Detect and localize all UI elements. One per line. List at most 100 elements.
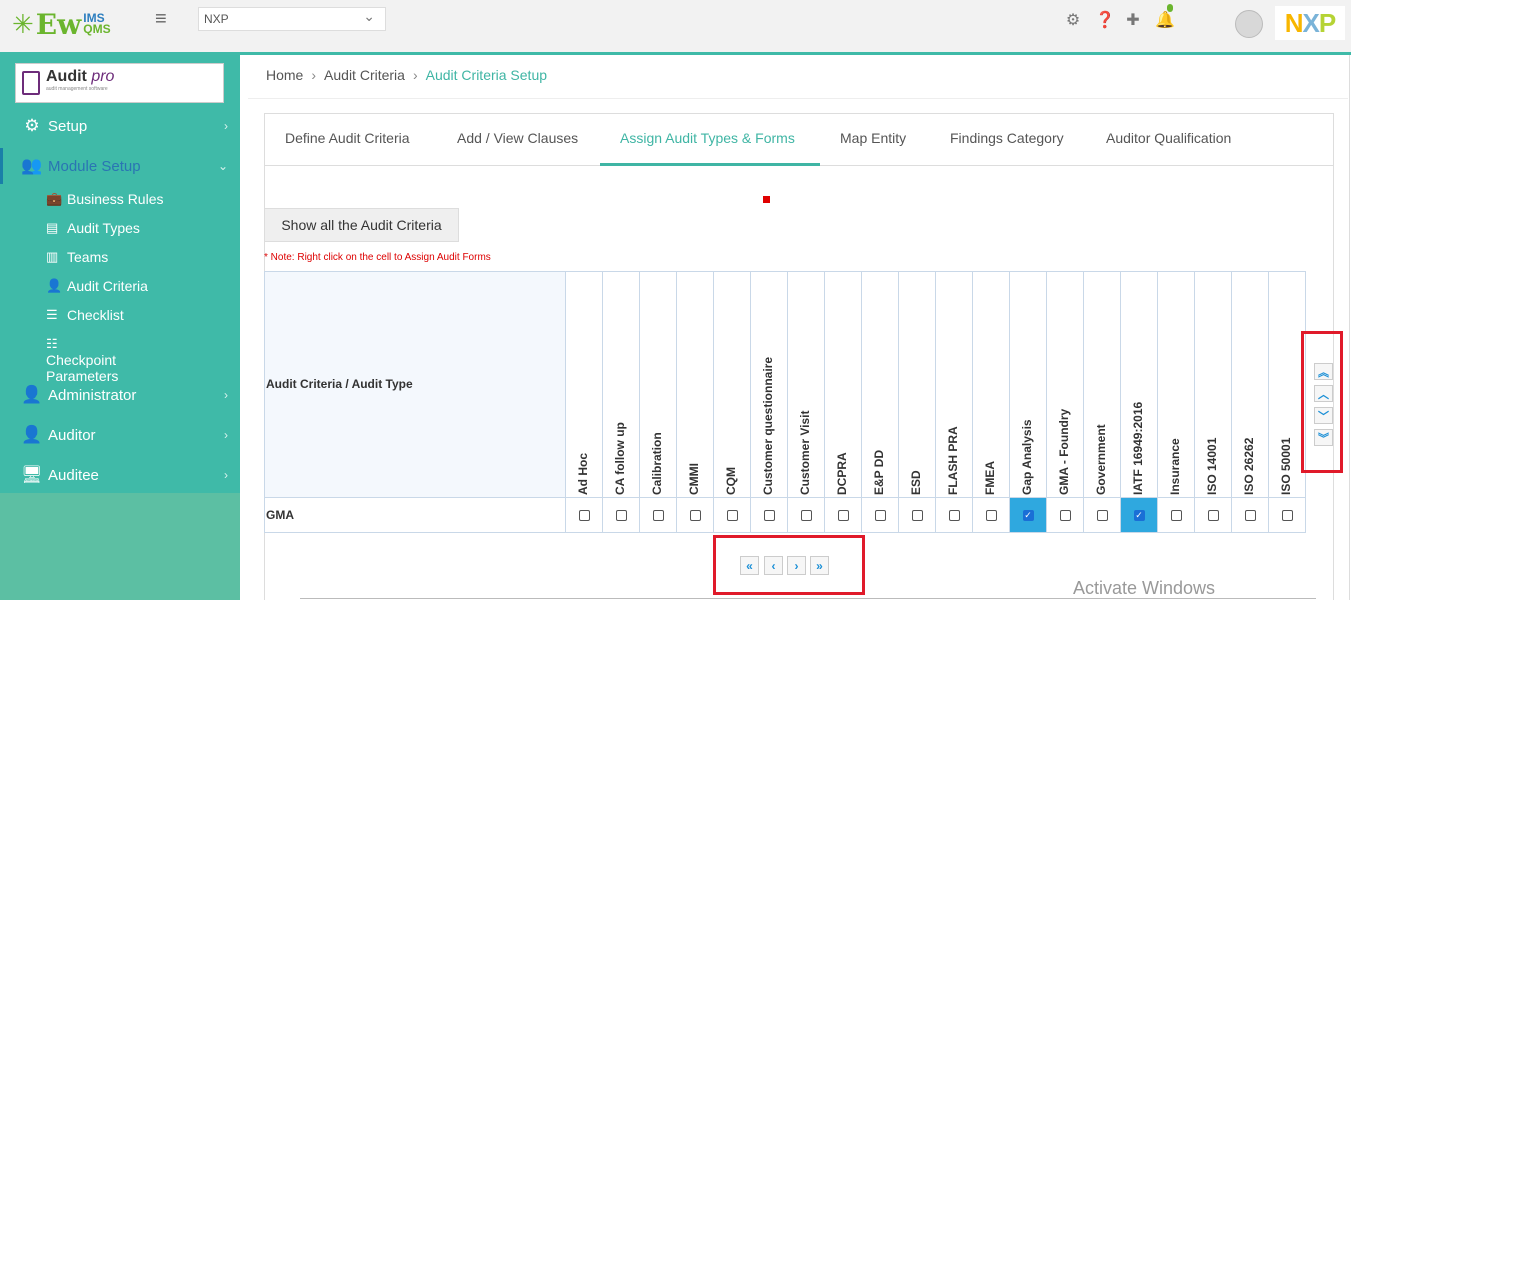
checkbox[interactable] (1281, 509, 1293, 521)
scroll-up-icon[interactable]: ︿ (1314, 385, 1333, 402)
bell-icon[interactable]: 🔔 (1155, 4, 1175, 30)
chevron-right-icon: › (224, 119, 228, 133)
grid-cell[interactable]: ✓ (1009, 497, 1047, 533)
scroll-left-icon[interactable]: ‹ (764, 556, 783, 575)
sidebar-item-administrator[interactable]: 👤 Administrator › (0, 377, 240, 413)
grid-cell[interactable] (861, 497, 899, 533)
tab-add-view-clauses[interactable]: Add / View Clauses (457, 130, 578, 146)
scroll-last-icon[interactable]: » (810, 556, 829, 575)
hamburger-menu-icon[interactable]: ≡ (155, 8, 167, 31)
grid-cell[interactable] (1157, 497, 1195, 533)
checkbox[interactable] (689, 509, 701, 521)
scroll-right-icon[interactable]: › (787, 556, 806, 575)
sidebar-item-auditor[interactable]: 👤 Auditor › (0, 417, 240, 453)
checkbox[interactable] (1059, 509, 1071, 521)
chevron-down-icon: ⌄ (217, 159, 228, 173)
checkbox[interactable] (911, 509, 923, 521)
checkbox[interactable] (1244, 509, 1256, 521)
sidebar-item-module-setup[interactable]: 👥 Module Setup ⌄ (0, 148, 240, 184)
checkbox[interactable] (1170, 509, 1182, 521)
scroll-bottom-icon[interactable]: ︾ (1314, 429, 1333, 446)
sidebar-subitem-checklist[interactable]: ☰ Checklist (46, 307, 124, 323)
sidebar-item-setup[interactable]: ⚙ Setup › (0, 108, 240, 144)
grid-cell[interactable] (824, 497, 862, 533)
breadcrumb-audit-criteria[interactable]: Audit Criteria (324, 67, 405, 83)
scroll-top-icon[interactable]: ︽ (1314, 363, 1333, 380)
sidebar-item-label: Auditee (48, 466, 99, 484)
tab-auditor-qualification[interactable]: Auditor Qualification (1106, 130, 1231, 146)
checkbox-checked[interactable]: ✓ (1022, 509, 1034, 521)
grid-cell[interactable] (713, 497, 751, 533)
loading-indicator (763, 196, 770, 203)
user-avatar[interactable] (1235, 10, 1263, 38)
breadcrumb: Home › Audit Criteria › Audit Criteria S… (266, 67, 547, 83)
checkbox[interactable] (948, 509, 960, 521)
breadcrumb-separator-icon: › (412, 67, 418, 83)
sidebar-item-label: Administrator (48, 386, 137, 404)
checkbox[interactable] (726, 509, 738, 521)
help-icon[interactable]: ❓ (1095, 10, 1115, 30)
activate-windows-watermark: Activate Windows (1073, 578, 1216, 598)
grid-column-header: ISO 14001 (1194, 271, 1232, 498)
grid-cell[interactable] (750, 497, 788, 533)
grid-cell[interactable] (898, 497, 936, 533)
checkbox[interactable] (800, 509, 812, 521)
grid-column-header: E&P DD (861, 271, 899, 498)
checkbox[interactable] (1207, 509, 1219, 521)
checkbox[interactable] (1096, 509, 1108, 521)
grid-cell[interactable] (972, 497, 1010, 533)
user-tie-icon: 👤 (46, 278, 63, 293)
sidebar-footer-area (0, 493, 240, 600)
grid-cell[interactable] (1194, 497, 1232, 533)
scroll-first-icon[interactable]: « (740, 556, 759, 575)
sidebar-subitem-label: Audit Types (67, 220, 140, 236)
sidebar-subitem-teams[interactable]: ▥ Teams (46, 249, 108, 265)
gear-icon: ⚙ (24, 116, 40, 135)
checkbox[interactable] (837, 509, 849, 521)
grid-cell[interactable] (1046, 497, 1084, 533)
scroll-down-icon[interactable]: ﹀ (1314, 407, 1333, 424)
grid-cell[interactable] (1083, 497, 1121, 533)
horizontal-scrollbar[interactable] (300, 598, 1316, 599)
notification-dot (1167, 4, 1173, 12)
checkbox[interactable] (763, 509, 775, 521)
user-check-icon: 👤 (21, 425, 43, 444)
settings-gear-icon[interactable]: ⚙ (1065, 10, 1081, 30)
grid-column-header: Gap Analysis (1009, 271, 1047, 498)
sidebar-subitem-audit-criteria[interactable]: 👤 Audit Criteria (46, 278, 148, 294)
grid-cell[interactable] (602, 497, 640, 533)
grid-column-header: ISO 26262 (1231, 271, 1269, 498)
grid-cell[interactable] (565, 497, 603, 533)
sidebar-subitem-label: Audit Criteria (67, 278, 148, 294)
grid-cell[interactable] (935, 497, 973, 533)
chevron-right-icon: › (224, 468, 228, 482)
sidebar-item-auditee[interactable]: 🖥 Auditee › (0, 457, 240, 493)
checkbox[interactable] (874, 509, 886, 521)
grid-column-header: CA follow up (602, 271, 640, 498)
grid-cell[interactable] (639, 497, 677, 533)
tab-map-entity[interactable]: Map Entity (840, 130, 906, 146)
grid-cell[interactable] (787, 497, 825, 533)
sidebar-subitem-audit-types[interactable]: ▤ Audit Types (46, 220, 140, 236)
user-cog-icon: 👤 (21, 385, 43, 404)
grid-cell[interactable] (1231, 497, 1269, 533)
tab-define-audit-criteria[interactable]: Define Audit Criteria (285, 130, 410, 146)
grid-cell[interactable]: ✓ (1120, 497, 1158, 533)
checkbox-checked[interactable]: ✓ (1133, 509, 1145, 521)
show-all-criteria-button[interactable]: Show all the Audit Criteria (264, 208, 459, 242)
checkbox[interactable] (985, 509, 997, 521)
breadcrumb-home[interactable]: Home (266, 67, 303, 83)
checklist-icon: ☰ (46, 307, 58, 322)
grid-column-header: CQM (713, 271, 751, 498)
checkbox[interactable] (578, 509, 590, 521)
tab-findings-category[interactable]: Findings Category (950, 130, 1064, 146)
sidebar-subitem-business-rules[interactable]: 💼 Business Rules (46, 191, 164, 207)
ewqms-logo[interactable]: ✳ Ew IMS QMS (12, 4, 111, 44)
organization-select[interactable]: NXP ⌄ (198, 7, 386, 31)
checkbox[interactable] (615, 509, 627, 521)
checkbox[interactable] (652, 509, 664, 521)
add-icon[interactable]: ✚ (1125, 10, 1141, 30)
grid-cell[interactable] (676, 497, 714, 533)
tab-assign-audit-types-forms[interactable]: Assign Audit Types & Forms (620, 130, 795, 146)
grid-cell[interactable] (1268, 497, 1306, 533)
